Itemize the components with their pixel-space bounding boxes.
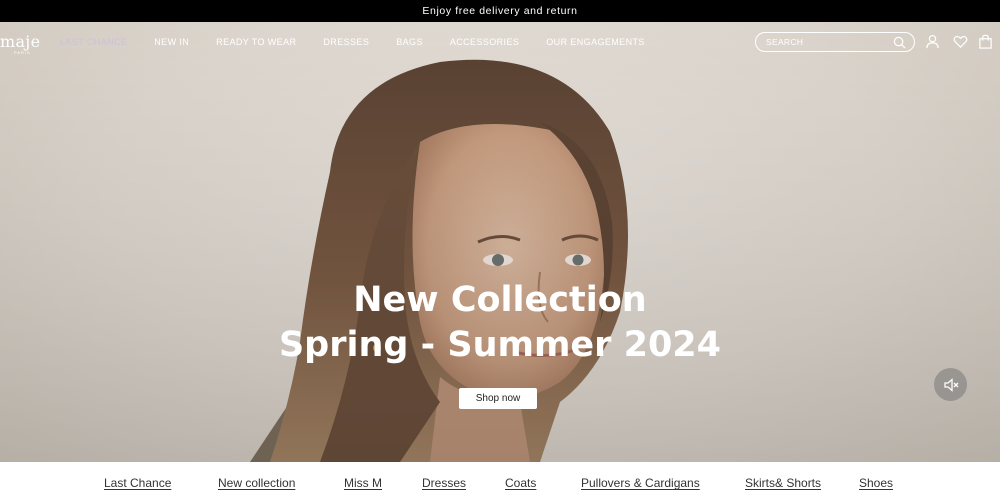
user-icon[interactable]	[925, 34, 940, 49]
heart-icon[interactable]	[953, 34, 968, 49]
category-link-shoes[interactable]: Shoes	[859, 476, 893, 490]
category-link-pullovers-cardigans[interactable]: Pullovers & Cardigans	[581, 476, 700, 490]
category-link-skirts-shorts[interactable]: Skirts& Shorts	[745, 476, 821, 490]
nav-item-ready-to-wear[interactable]: READY TO WEAR	[216, 37, 296, 47]
nav-item-bags[interactable]: BAGS	[396, 37, 423, 47]
hero-title-line1: New Collection	[353, 280, 647, 320]
search-icon[interactable]	[893, 36, 906, 49]
category-link-coats[interactable]: Coats	[505, 476, 536, 490]
category-link-last-chance[interactable]: Last Chance	[104, 476, 171, 490]
mute-button[interactable]	[934, 368, 967, 401]
brand-logo-sub: PARIS	[14, 50, 31, 55]
hero-title-line2: Spring - Summer 2024	[278, 325, 722, 365]
site-header: maje PARIS LAST CHANCE NEW IN READY TO W…	[0, 22, 1000, 64]
shopping-bag-icon[interactable]	[978, 34, 993, 49]
search-box[interactable]	[755, 32, 915, 52]
nav-item-our-engagements[interactable]: OUR ENGAGEMENTS	[546, 37, 645, 47]
category-link-new-collection[interactable]: New collection	[218, 476, 295, 490]
nav-item-accessories[interactable]: ACCESSORIES	[450, 37, 519, 47]
shop-now-button[interactable]: Shop now	[459, 388, 537, 409]
nav-item-new-in[interactable]: NEW IN	[154, 37, 189, 47]
promo-text: Enjoy free delivery and return	[422, 5, 578, 17]
brand-logo[interactable]: maje	[0, 32, 40, 51]
promo-banner: Enjoy free delivery and return	[0, 0, 1000, 22]
category-link-dresses[interactable]: Dresses	[422, 476, 466, 490]
category-link-miss-m[interactable]: Miss M	[344, 476, 382, 490]
hero-headline: New Collection Spring - Summer 2024	[0, 278, 1000, 368]
speaker-muted-icon	[943, 377, 958, 392]
category-links-bar: Last Chance New collection Miss M Dresse…	[0, 462, 1000, 500]
search-input[interactable]	[766, 37, 886, 47]
nav-item-last-chance[interactable]: LAST CHANCE	[60, 37, 127, 47]
nav-item-dresses[interactable]: DRESSES	[323, 37, 369, 47]
main-nav: LAST CHANCE NEW IN READY TO WEAR DRESSES…	[60, 37, 672, 47]
